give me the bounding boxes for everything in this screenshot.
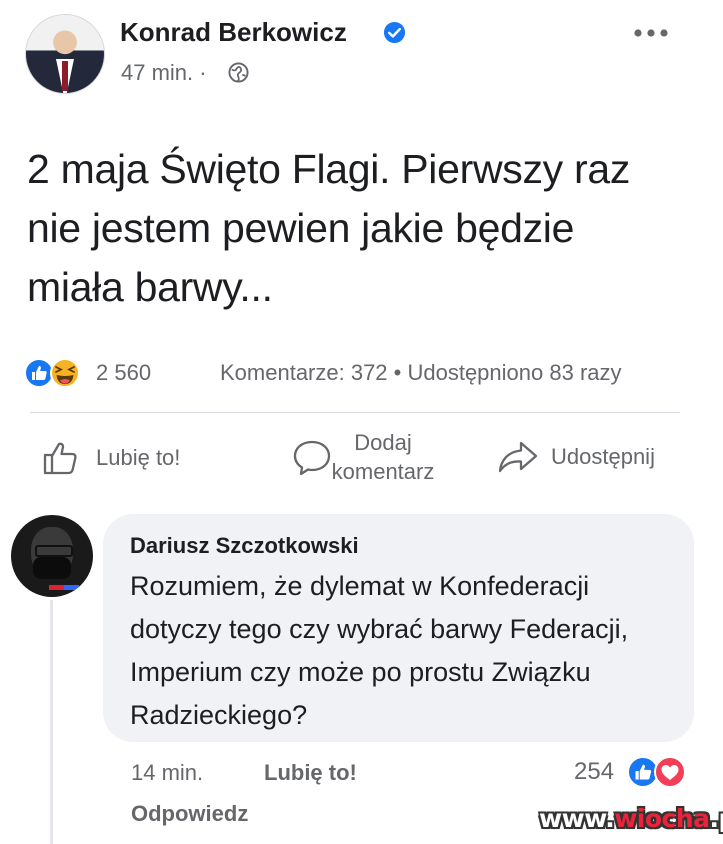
comment-like-link[interactable]: Lubię to! (264, 760, 357, 786)
comment-text: Rozumiem, że dylemat w Konfederacji doty… (130, 571, 629, 730)
reaction-count[interactable]: 2 560 (96, 360, 151, 386)
comment-reaction-count[interactable]: 254 (574, 758, 614, 786)
time-separator: · (199, 60, 207, 85)
like-button[interactable]: Lubię to! (42, 440, 180, 476)
watermark: www.wiocha.pl (539, 804, 723, 833)
comment-label: Dodaj komentarz (331, 430, 435, 484)
like-label: Lubię to! (96, 445, 181, 470)
avatar-tie (62, 61, 68, 91)
comment-reaction-icons[interactable] (626, 755, 696, 789)
watermark-prefix: www. (539, 804, 615, 833)
reactions-summary-icons[interactable] (23, 357, 93, 389)
thumbs-up-icon (43, 442, 77, 475)
love-reaction-icon (654, 756, 686, 788)
avatar-glasses (35, 545, 73, 557)
post-time-text: 47 min. (121, 60, 194, 85)
comment-reply-link[interactable]: Odpowiedz (131, 801, 248, 827)
watermark-name: wiocha (614, 804, 710, 833)
post-timestamp[interactable]: 47 min. · (121, 60, 207, 86)
post-stats[interactable]: Komentarze: 372 • Udostępniono 83 razy (220, 360, 622, 386)
like-reaction-icon (627, 756, 659, 788)
more-options-icon[interactable] (633, 28, 669, 38)
commenter-name[interactable]: Dariusz Szczotkowski (130, 533, 359, 559)
haha-reaction-icon (50, 358, 80, 388)
author-name[interactable]: Konrad Berkowicz (120, 17, 347, 48)
comment-timestamp[interactable]: 14 min. (131, 760, 203, 786)
author-avatar[interactable] (25, 14, 105, 94)
verified-badge-icon (383, 21, 406, 44)
watermark-suffix: .pl (709, 804, 723, 833)
comment-button[interactable]: Dodaj komentarz (292, 428, 452, 488)
like-reaction-icon (24, 358, 54, 388)
post-text: 2 maja Święto Flagi. Pierwszy raz nie je… (27, 146, 631, 310)
globe-icon (228, 62, 249, 83)
avatar-mask (33, 557, 71, 579)
commenter-avatar[interactable] (11, 515, 93, 597)
avatar-badge (49, 585, 79, 590)
divider (30, 412, 680, 413)
share-arrow-icon (498, 441, 538, 473)
reply-thread-line (50, 600, 53, 844)
share-label: Udostępnij (551, 444, 655, 469)
share-button[interactable]: Udostępnij (497, 440, 655, 474)
